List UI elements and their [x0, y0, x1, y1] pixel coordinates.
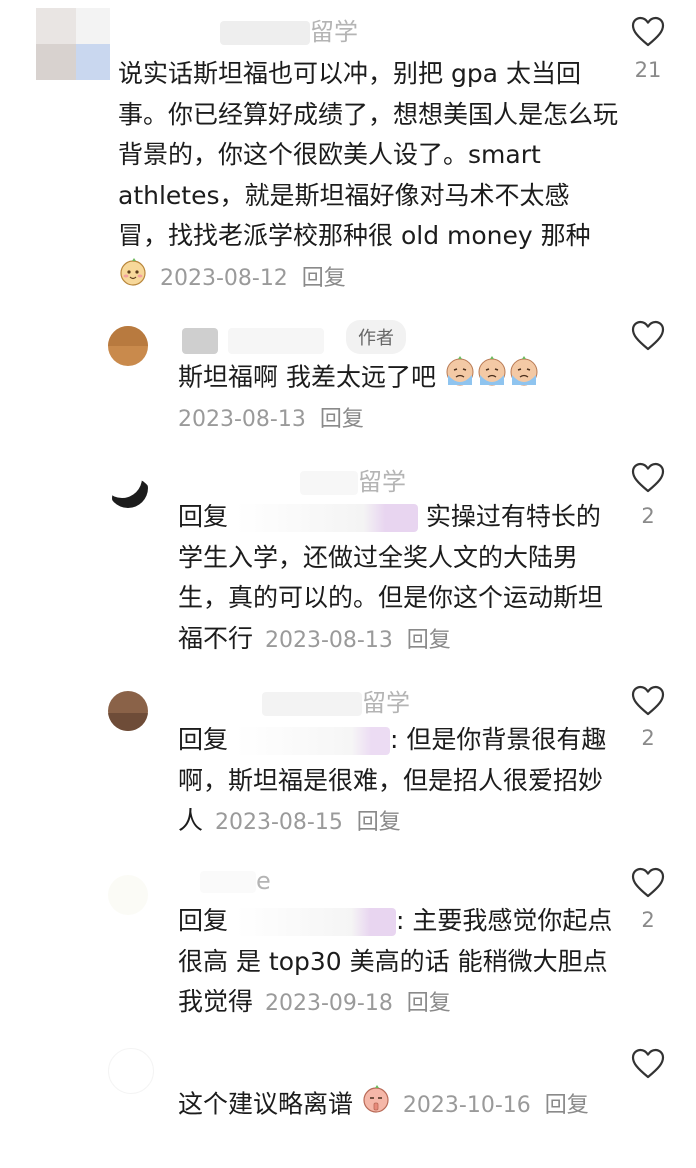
- comment-date: 2023-08-13: [178, 407, 306, 432]
- comment-date: 2023-08-15: [214, 810, 343, 835]
- redacted-mention: [235, 908, 396, 936]
- reply-button[interactable]: 回复: [302, 266, 346, 291]
- crying-face-emoji: [444, 355, 540, 402]
- comment-text[interactable]: 回复 : 主要我感觉你起点很高 是 top30 美高的话 能稍微大胆点我觉得 2…: [178, 901, 618, 1025]
- comment-text[interactable]: 回复 实操过有特长的学生入学，还做过全奖人文的大陆男生，真的可以的。但是你这个运…: [178, 497, 618, 661]
- reply-button[interactable]: 回复: [320, 407, 364, 432]
- reply-button[interactable]: 回复: [407, 628, 451, 653]
- like-count: 2: [641, 908, 655, 932]
- comment-date: 2023-10-16: [402, 1093, 531, 1119]
- commenter-name[interactable]: [182, 326, 324, 354]
- comment-date: 2023-08-12: [159, 265, 288, 291]
- heart-icon[interactable]: [631, 462, 665, 494]
- like-count: 2: [641, 726, 655, 750]
- comment-1: 留学 说实话斯坦福也可以冲，别把 gpa 太当回事。你已经算好成绩了，想想美国人…: [0, 0, 696, 300]
- comment-date: 2023-08-13: [264, 627, 393, 653]
- avatar[interactable]: [108, 691, 148, 731]
- redacted-name: [300, 471, 358, 495]
- comment-text[interactable]: 说实话斯坦福也可以冲，别把 gpa 太当回事。你已经算好成绩了，想想美国人是怎么…: [118, 54, 618, 299]
- avatar[interactable]: [108, 875, 148, 915]
- heart-icon[interactable]: [631, 1048, 665, 1080]
- redacted-mention: [235, 504, 418, 532]
- reply-button[interactable]: 回复: [357, 810, 401, 835]
- reply-button[interactable]: 回复: [407, 991, 451, 1016]
- comment-6: 这个建议略离谱 2023-10-16 回复: [0, 1040, 696, 1168]
- avatar[interactable]: [108, 468, 148, 508]
- shush-face-emoji: [361, 1084, 391, 1127]
- heart-icon[interactable]: [631, 867, 665, 899]
- reply-prefix: 回复: [178, 906, 229, 935]
- author-badge: 作者: [346, 320, 406, 354]
- redacted-name: [227, 328, 324, 354]
- like-count: 21: [634, 58, 662, 82]
- redacted-name: [200, 871, 256, 893]
- reply-button[interactable]: 回复: [545, 1093, 589, 1118]
- redacted-name: [262, 692, 362, 716]
- blush-face-emoji: [118, 257, 148, 300]
- heart-icon[interactable]: [631, 320, 665, 352]
- avatar[interactable]: [36, 8, 110, 80]
- avatar[interactable]: [108, 1048, 154, 1094]
- commenter-name[interactable]: e: [200, 867, 271, 895]
- reply-prefix: 回复: [178, 502, 229, 531]
- commenter-name[interactable]: 留学: [220, 12, 358, 47]
- heart-icon[interactable]: [631, 685, 665, 717]
- comment-text[interactable]: 回复 : 但是你背景很有趣啊，斯坦福是很难，但是招人很爱招妙人 2023-08-…: [178, 720, 618, 844]
- avatar[interactable]: [108, 326, 148, 366]
- comment-3: 留学 回复 实操过有特长的学生入学，还做过全奖人文的大陆男生，真的可以的。但是你…: [0, 450, 696, 675]
- like-count: 2: [641, 504, 655, 528]
- comment-4: 留学 回复 : 但是你背景很有趣啊，斯坦福是很难，但是招人很爱招妙人 2023-…: [0, 675, 696, 855]
- comment-5: e 回复 : 主要我感觉你起点很高 是 top30 美高的话 能稍微大胆点我觉得…: [0, 855, 696, 1040]
- comment-meta: 2023-08-13 回复: [178, 398, 618, 441]
- comment-2: 作者 斯坦福啊 我差太远了吧 2023-08-13 回复: [0, 300, 696, 450]
- redacted-name: [220, 21, 310, 45]
- comment-date: 2023-09-18: [264, 991, 393, 1016]
- heart-icon[interactable]: [631, 16, 665, 48]
- redacted-mention: [235, 727, 390, 755]
- commenter-name[interactable]: 留学: [300, 462, 406, 497]
- comment-text[interactable]: 斯坦福啊 我差太远了吧: [178, 355, 618, 402]
- commenter-name[interactable]: 留学: [262, 683, 410, 718]
- comment-text[interactable]: 这个建议略离谱 2023-10-16 回复: [178, 1084, 618, 1127]
- redacted-name: [182, 328, 218, 354]
- reply-prefix: 回复: [178, 725, 229, 754]
